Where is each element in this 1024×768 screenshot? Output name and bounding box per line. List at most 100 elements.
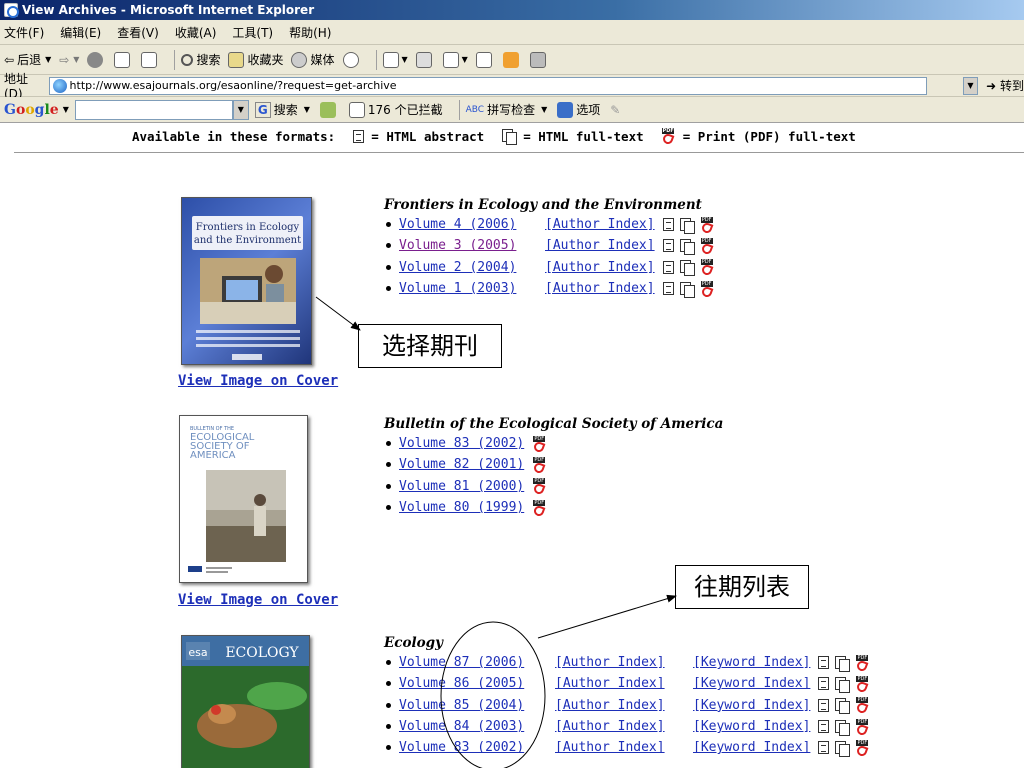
- menu-favorites[interactable]: 收藏(A): [175, 24, 217, 41]
- view-cover-link[interactable]: View Image on Cover: [178, 373, 338, 389]
- html-abstract-icon[interactable]: [818, 698, 830, 712]
- pdf-icon[interactable]: PDF: [700, 259, 714, 277]
- chevron-down-icon[interactable]: ▼: [63, 105, 69, 114]
- html-fulltext-icon[interactable]: [835, 655, 851, 672]
- refresh-button[interactable]: [114, 51, 133, 68]
- author-index-link[interactable]: [Author Index]: [555, 737, 693, 758]
- options-button[interactable]: 选项: [557, 101, 600, 118]
- html-fulltext-icon[interactable]: [835, 698, 851, 715]
- pdf-icon[interactable]: PDF: [855, 675, 869, 694]
- messenger-button[interactable]: [502, 51, 522, 68]
- pdf-icon[interactable]: PDF: [532, 478, 546, 496]
- google-search-input[interactable]: [74, 99, 233, 120]
- volume-link[interactable]: Volume 83 (2002): [399, 737, 555, 758]
- print-button[interactable]: [415, 51, 435, 68]
- keyword-index-link[interactable]: [Keyword Index]: [693, 716, 810, 737]
- html-abstract-icon[interactable]: [818, 677, 830, 691]
- menu-help[interactable]: 帮助(H): [289, 24, 331, 41]
- mail-button[interactable]: ▼: [382, 51, 408, 68]
- html-fulltext-icon[interactable]: [835, 740, 851, 757]
- html-abstract-icon[interactable]: [662, 218, 674, 232]
- pdf-icon[interactable]: PDF: [532, 499, 546, 517]
- pdf-icon[interactable]: PDF: [700, 216, 714, 235]
- forward-button[interactable]: ⇨ ▼: [59, 53, 79, 67]
- author-index-link[interactable]: [Author Index]: [555, 673, 693, 694]
- volume-link[interactable]: Volume 81 (2000): [399, 476, 524, 497]
- pdf-icon[interactable]: PDF: [532, 456, 546, 475]
- view-cover-link[interactable]: View Image on Cover: [178, 592, 338, 608]
- author-index-link[interactable]: [Author Index]: [545, 257, 655, 278]
- menu-edit[interactable]: 编辑(E): [60, 24, 101, 41]
- html-fulltext-icon[interactable]: [835, 676, 851, 693]
- author-index-link[interactable]: [Author Index]: [545, 214, 655, 235]
- author-index-link[interactable]: [Author Index]: [555, 716, 693, 737]
- html-fulltext-icon[interactable]: [679, 217, 695, 234]
- google-search-dropdown[interactable]: ▼: [232, 99, 249, 120]
- author-index-link[interactable]: [Author Index]: [555, 652, 693, 673]
- keyword-index-link[interactable]: [Keyword Index]: [693, 737, 810, 758]
- address-input[interactable]: http://www.esajournals.org/esaonline/?re…: [48, 76, 927, 95]
- journal-title-bulletin[interactable]: Bulletin of the Ecological Society of Am…: [384, 416, 723, 432]
- volume-link[interactable]: Volume 1 (2003): [399, 278, 545, 299]
- html-abstract-icon[interactable]: [662, 282, 674, 296]
- volume-link[interactable]: Volume 2 (2004): [399, 257, 545, 278]
- highlight-button[interactable]: ✎: [610, 103, 620, 117]
- research-button[interactable]: [529, 51, 549, 68]
- html-fulltext-icon[interactable]: [679, 238, 695, 255]
- keyword-index-link[interactable]: [Keyword Index]: [693, 673, 810, 694]
- discuss-button[interactable]: [475, 51, 495, 68]
- volume-link[interactable]: Volume 80 (1999): [399, 497, 524, 518]
- popup-blocker-button[interactable]: 176 个已拦截: [348, 101, 443, 118]
- html-abstract-icon[interactable]: [818, 720, 830, 734]
- pdf-icon[interactable]: PDF: [532, 435, 546, 454]
- search-button[interactable]: 搜索: [181, 51, 220, 68]
- back-button[interactable]: ⇦ 后退 ▼: [4, 51, 51, 68]
- html-abstract-icon[interactable]: [662, 260, 674, 274]
- keyword-index-link[interactable]: [Keyword Index]: [693, 652, 810, 673]
- volume-link[interactable]: Volume 87 (2006): [399, 652, 555, 673]
- volume-link[interactable]: Volume 4 (2006): [399, 214, 545, 235]
- journal-title-frontiers[interactable]: Frontiers in Ecology and the Environment: [384, 197, 702, 213]
- go-button[interactable]: ➜ 转到: [986, 77, 1024, 94]
- google-logo[interactable]: Google: [4, 102, 59, 118]
- volume-link[interactable]: Volume 83 (2002): [399, 433, 524, 454]
- html-abstract-icon[interactable]: [818, 741, 830, 755]
- volume-link[interactable]: Volume 84 (2003): [399, 716, 555, 737]
- author-index-link[interactable]: [Author Index]: [555, 695, 693, 716]
- pdf-icon[interactable]: PDF: [855, 739, 869, 758]
- spellcheck-button[interactable]: ABC 拼写检查 ▼: [466, 101, 548, 118]
- google-search-button[interactable]: G 搜索 ▼: [254, 101, 310, 118]
- home-button[interactable]: [141, 51, 160, 68]
- history-button[interactable]: [342, 51, 362, 68]
- edit-button[interactable]: ▼: [442, 51, 468, 68]
- html-fulltext-icon[interactable]: [679, 260, 695, 277]
- volume-link[interactable]: Volume 86 (2005): [399, 673, 555, 694]
- bullet: [386, 660, 391, 666]
- author-index-link[interactable]: [Author Index]: [545, 278, 655, 299]
- edit-icon: [442, 51, 459, 68]
- author-index-link[interactable]: [Author Index]: [545, 235, 655, 256]
- html-fulltext-icon[interactable]: [679, 281, 695, 298]
- media-button[interactable]: 媒体: [291, 51, 335, 68]
- menu-tools[interactable]: 工具(T): [232, 24, 273, 41]
- menu-view[interactable]: 查看(V): [117, 24, 159, 41]
- keyword-index-link[interactable]: [Keyword Index]: [693, 695, 810, 716]
- html-abstract-icon[interactable]: [818, 656, 830, 670]
- address-dropdown-button[interactable]: ▼: [962, 76, 979, 95]
- html-abstract-icon[interactable]: [662, 239, 674, 253]
- html-fulltext-icon[interactable]: [835, 719, 851, 736]
- volume-link[interactable]: Volume 3 (2005): [399, 235, 545, 256]
- stop-button[interactable]: [87, 51, 106, 68]
- pdf-icon[interactable]: PDF: [855, 654, 869, 673]
- journal-title-ecology[interactable]: Ecology: [384, 635, 443, 651]
- volume-link[interactable]: Volume 82 (2001): [399, 454, 524, 475]
- pdf-icon[interactable]: PDF: [700, 237, 714, 256]
- pdf-icon[interactable]: PDF: [855, 697, 869, 715]
- pagerank-button[interactable]: [319, 101, 339, 118]
- menu-file[interactable]: 文件(F): [4, 24, 44, 41]
- favorites-button[interactable]: 收藏夹: [228, 51, 283, 68]
- pdf-icon[interactable]: PDF: [855, 718, 869, 736]
- svg-text:and the Environment: and the Environment: [194, 235, 301, 246]
- volume-link[interactable]: Volume 85 (2004): [399, 695, 555, 716]
- pdf-icon[interactable]: PDF: [700, 280, 714, 298]
